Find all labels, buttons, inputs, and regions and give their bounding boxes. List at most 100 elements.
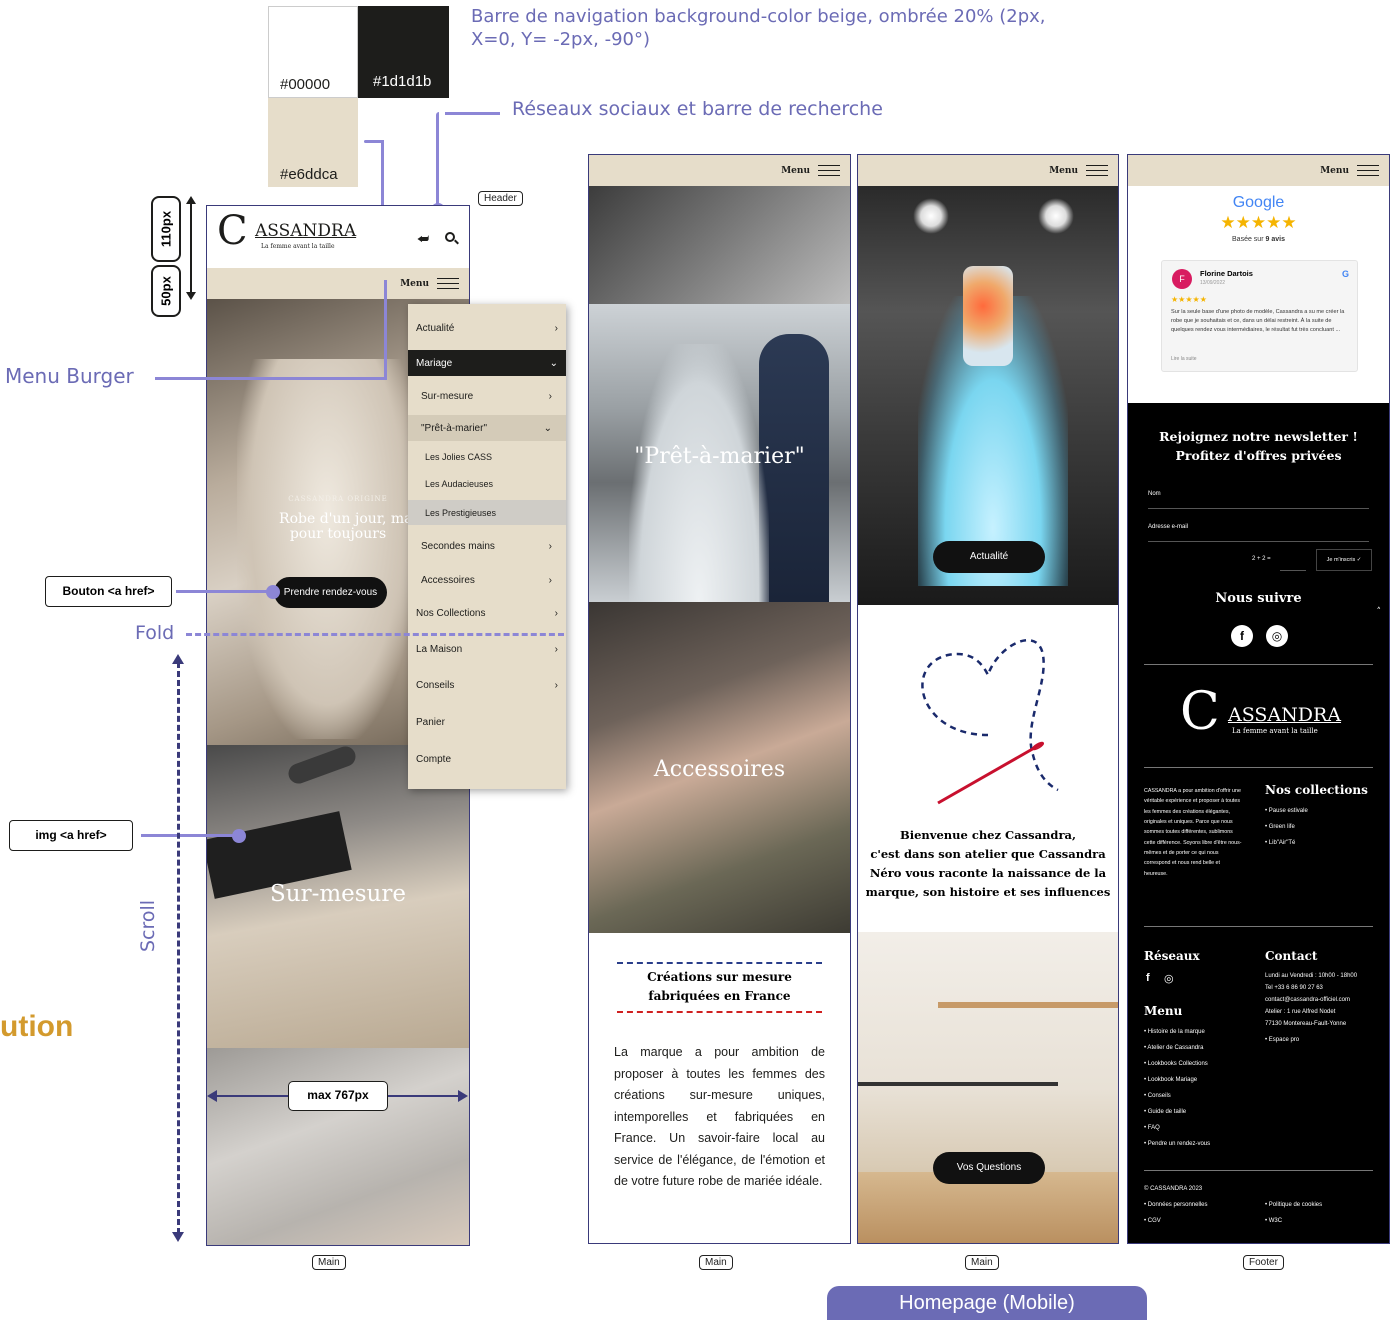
- accessoires-image[interactable]: Accessoires: [589, 602, 850, 933]
- menu-label[interactable]: Menu: [781, 166, 810, 176]
- menu-item-audacieuses[interactable]: Les Audacieuses: [408, 472, 566, 496]
- legal-link-w3c[interactable]: • W3C: [1265, 1216, 1282, 1227]
- nav-bar: Menu: [1128, 155, 1389, 186]
- collection-link-2[interactable]: • Green life: [1265, 822, 1295, 833]
- model-bodice-shape: [963, 266, 1013, 366]
- connector-social-v: [436, 112, 439, 207]
- burger-icon[interactable]: [437, 277, 459, 290]
- email-field[interactable]: Adresse e-mail: [1148, 522, 1369, 543]
- contact-phone[interactable]: Tel +33 6 86 90 27 63: [1265, 983, 1323, 994]
- height-arrow-bottom: [186, 292, 196, 300]
- height-110-marker: 110px: [151, 196, 181, 262]
- main-tag-1: Main: [312, 1255, 346, 1270]
- instagram-icon[interactable]: ◎: [1266, 625, 1288, 647]
- collection-link-1[interactable]: • Pause estivale: [1265, 806, 1308, 817]
- menu-item-label: La Maison: [416, 643, 463, 655]
- menu-item-panier[interactable]: Panier: [408, 709, 566, 735]
- questions-button[interactable]: Vos Questions: [933, 1152, 1045, 1184]
- footer-menu-link[interactable]: • Lookbooks Collections: [1144, 1059, 1208, 1070]
- atelier-image[interactable]: [858, 932, 1118, 1243]
- chevron-right-icon: ›: [548, 390, 552, 402]
- menu-label[interactable]: Menu: [1320, 166, 1349, 176]
- fold-line: [186, 633, 564, 636]
- connector-menu-burger-v: [384, 280, 387, 380]
- menu-item-la-maison[interactable]: La Maison ›: [408, 636, 566, 662]
- rack-shape: [858, 1082, 1058, 1086]
- menu-burger-annotation: Menu Burger: [5, 364, 134, 388]
- menu-item-mariage[interactable]: Mariage ⌄: [408, 350, 566, 376]
- burger-icon[interactable]: [1086, 164, 1108, 177]
- chevron-up-icon[interactable]: ˄: [1377, 607, 1382, 617]
- menu-item-jolies-cass[interactable]: Les Jolies CASS: [408, 445, 566, 469]
- chevron-down-icon: ⌄: [543, 422, 552, 434]
- top-photo[interactable]: [589, 186, 850, 304]
- sur-mesure-title: Sur-mesure: [270, 881, 406, 907]
- menu-item-prestigieuses[interactable]: Les Prestigieuses: [408, 500, 566, 525]
- social-annotation: Réseaux sociaux et barre de recherche: [512, 98, 883, 120]
- footer-menu-title: Menu: [1144, 1004, 1183, 1018]
- fabric-detail-image[interactable]: [207, 1048, 469, 1245]
- footer-menu-link[interactable]: • FAQ: [1144, 1123, 1160, 1134]
- legal-link-cookies[interactable]: • Politique de cookies: [1265, 1200, 1322, 1211]
- creations-body: La marque a pour ambition de proposer à …: [614, 1045, 825, 1188]
- burger-icon[interactable]: [1357, 164, 1379, 177]
- menu-item-secondes-mains[interactable]: Secondes mains ›: [408, 533, 566, 559]
- footer-logo-name: ASSANDRA: [1228, 704, 1342, 726]
- connector-img-dot: [232, 829, 246, 843]
- footer-menu-link[interactable]: • Histoire de la marque: [1144, 1027, 1205, 1038]
- search-icon-handle: [454, 239, 459, 245]
- menu-item-pret-a-marier[interactable]: "Prêt-à-marier" ⌄: [408, 415, 566, 441]
- google-reviews: Google ★★★★★ Basée sur 9 avis F Florine …: [1128, 186, 1389, 403]
- divider-3: [1144, 926, 1373, 927]
- pret-a-marier-title: "Prêt-à-marier": [634, 444, 805, 469]
- burger-icon[interactable]: [818, 164, 840, 177]
- name-field[interactable]: Nom: [1148, 489, 1369, 510]
- read-more-link[interactable]: Lire la suite: [1171, 356, 1197, 362]
- menu-item-collections[interactable]: Nos Collections ›: [408, 600, 566, 626]
- subscribe-button[interactable]: Je m'inscris ✓: [1316, 549, 1372, 571]
- hero-dress-shape: [237, 359, 417, 739]
- welcome-section: Bienvenue chez Cassandra, c'est dans son…: [858, 605, 1118, 932]
- menu-item-label: Les Jolies CASS: [425, 452, 493, 462]
- phone-mockup-4: Menu Google ★★★★★ Basée sur 9 avis F Flo…: [1127, 154, 1390, 1244]
- footer-menu-link[interactable]: • Guide de taille: [1144, 1107, 1186, 1118]
- menu-label[interactable]: Menu: [400, 279, 429, 289]
- swatch-beige-label: #e6ddca: [280, 166, 338, 183]
- legal-link-privacy[interactable]: • Données personnelles: [1144, 1200, 1207, 1211]
- menu-item-actualite[interactable]: Actualité ›: [408, 315, 566, 341]
- connector-button-href: [176, 590, 270, 593]
- footer-instagram-icon[interactable]: ◎: [1164, 972, 1174, 985]
- pret-a-marier-image[interactable]: "Prêt-à-marier": [589, 304, 850, 602]
- menu-item-accessoires[interactable]: Accessoires ›: [408, 567, 566, 593]
- menu-item-sur-mesure[interactable]: Sur-mesure ›: [408, 382, 566, 410]
- share-icon[interactable]: ⮨: [417, 232, 429, 247]
- welcome-line-4: marque, son histoire et ses influences: [865, 885, 1111, 899]
- menu-item-label: Les Audacieuses: [425, 479, 494, 489]
- review-card[interactable]: F Florine Dartois 13/09/2022 G ★★★★★ Sur…: [1161, 260, 1358, 372]
- contact-email[interactable]: contact@cassandra-officiel.com: [1265, 995, 1350, 1006]
- menu-item-label: Sur-mesure: [421, 390, 474, 402]
- news-button[interactable]: Actualité: [933, 541, 1045, 573]
- menu-item-conseils[interactable]: Conseils ›: [408, 672, 566, 698]
- book-appointment-button[interactable]: Prendre rendez-vous: [274, 577, 387, 608]
- height-50-label: 50px: [158, 276, 174, 306]
- review-date: 13/09/2022: [1200, 280, 1226, 286]
- legal-link-cgv[interactable]: • CGV: [1144, 1216, 1161, 1227]
- espace-pro-link[interactable]: • Espace pro: [1265, 1035, 1299, 1046]
- footer-menu-link[interactable]: • Lookbook Mariage: [1144, 1075, 1197, 1086]
- footer-menu-link[interactable]: • Conseils: [1144, 1091, 1171, 1102]
- welcome-line-3: Néro vous raconte la naissance de la: [869, 866, 1107, 880]
- collection-link-3[interactable]: • Lib"Air"Té: [1265, 838, 1295, 849]
- footer-menu-link[interactable]: • Pendre un rendez-vous: [1144, 1139, 1210, 1150]
- sur-mesure-image[interactable]: Sur-mesure: [207, 745, 469, 1048]
- main-tag-3: Main: [965, 1255, 999, 1270]
- facebook-icon[interactable]: f: [1231, 625, 1253, 647]
- height-arrow: [190, 198, 192, 298]
- menu-label[interactable]: Menu: [1049, 166, 1078, 176]
- max-width-arrow-right: [458, 1090, 468, 1102]
- menu-item-label: Nos Collections: [416, 607, 486, 619]
- footer-facebook-icon[interactable]: f: [1146, 972, 1150, 984]
- captcha-input[interactable]: [1280, 570, 1306, 571]
- menu-item-compte[interactable]: Compte: [408, 746, 566, 772]
- footer-menu-link[interactable]: • Atelier de Cassandra: [1144, 1043, 1203, 1054]
